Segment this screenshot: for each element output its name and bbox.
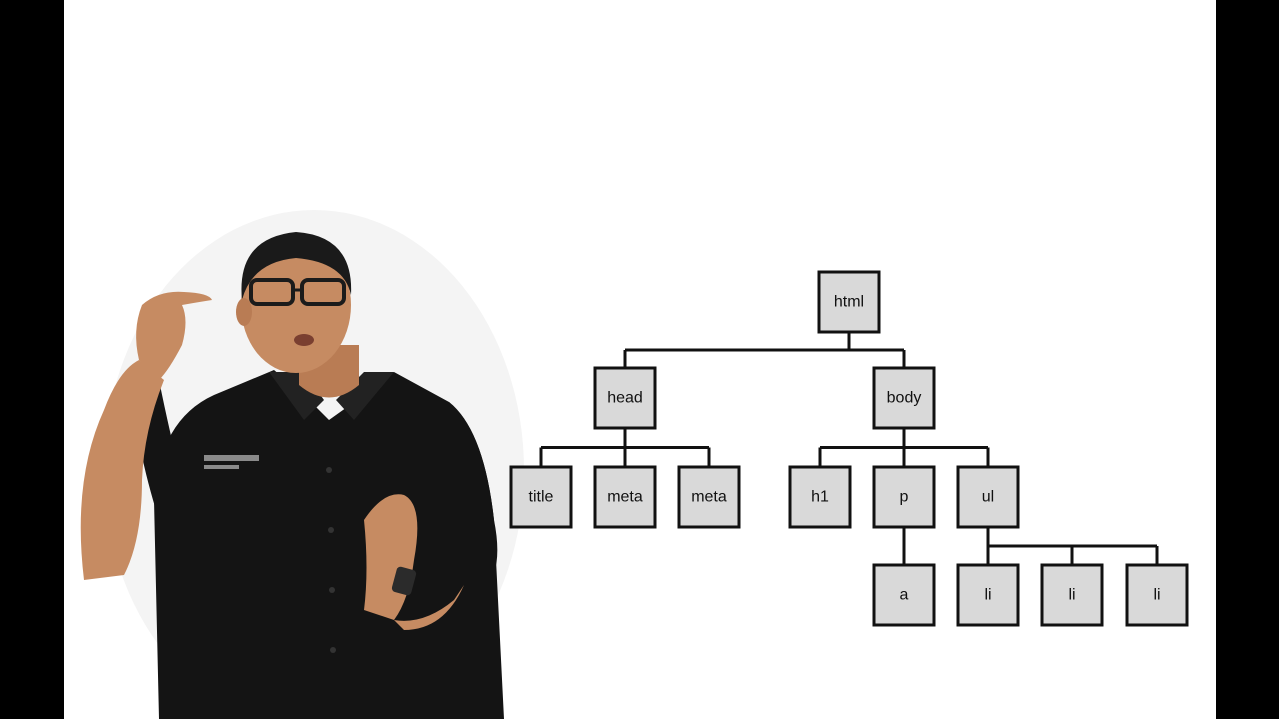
tree-node-label: li bbox=[984, 587, 991, 604]
tree-node-li1: li bbox=[956, 563, 1020, 627]
tree-node-head: head bbox=[593, 366, 657, 430]
dom-tree-diagram: html head body title meta meta h1 p ul a li li li bbox=[509, 270, 1189, 627]
tree-node-label: h1 bbox=[811, 489, 829, 506]
video-frame: html head body title meta meta h1 p ul a li li li bbox=[0, 0, 1279, 719]
slide-canvas: html head body title meta meta h1 p ul a li li li bbox=[64, 0, 1216, 719]
tree-node-label: head bbox=[607, 390, 643, 407]
tree-node-li3: li bbox=[1125, 563, 1189, 627]
tree-node-h1: h1 bbox=[788, 465, 852, 529]
tree-node-label: title bbox=[529, 489, 554, 506]
tree-node-label: a bbox=[900, 587, 909, 604]
tree-node-label: meta bbox=[691, 489, 727, 506]
tree-node-ul: ul bbox=[956, 465, 1020, 529]
tree-node-label: li bbox=[1068, 587, 1075, 604]
tree-node-label: li bbox=[1153, 587, 1160, 604]
tree-node-meta2: meta bbox=[677, 465, 741, 529]
tree-node-label: p bbox=[900, 489, 909, 506]
tree-node-label: body bbox=[887, 390, 922, 407]
tree-node-label: html bbox=[834, 294, 864, 311]
tree-node-html: html bbox=[817, 270, 881, 334]
tree-node-a: a bbox=[872, 563, 936, 627]
tree-node-body: body bbox=[872, 366, 936, 430]
tree-node-title: title bbox=[509, 465, 573, 529]
tree-node-p: p bbox=[872, 465, 936, 529]
tree-node-li2: li bbox=[1040, 563, 1104, 627]
tree-node-meta1: meta bbox=[593, 465, 657, 529]
tree-node-label: ul bbox=[982, 489, 994, 506]
tree-node-label: meta bbox=[607, 489, 643, 506]
